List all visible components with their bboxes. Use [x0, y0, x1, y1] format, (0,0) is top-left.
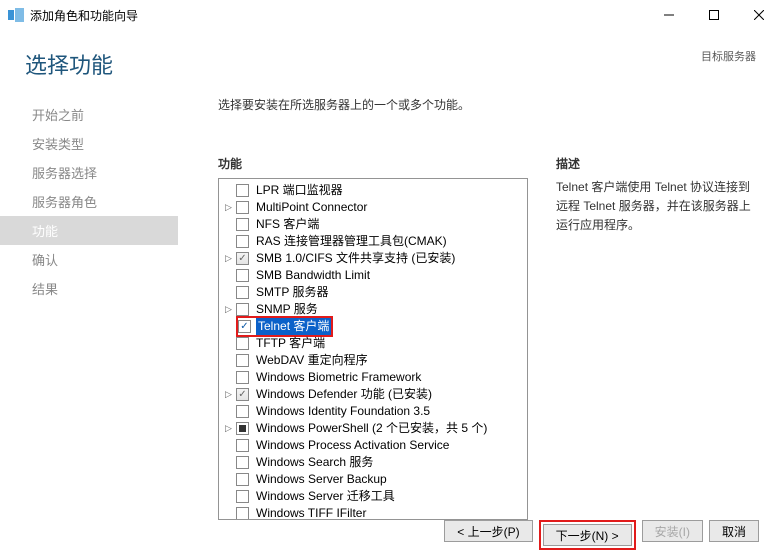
destination-server-label: 目标服务器 — [701, 48, 756, 64]
feature-row[interactable]: ▷ SMB 1.0/CIFS 文件共享支持 (已安装) — [223, 250, 527, 267]
feature-row[interactable]: RAS 连接管理器管理工具包(CMAK) — [223, 233, 527, 250]
feature-row[interactable]: ▷ MultiPoint Connector — [223, 199, 527, 216]
feature-checkbox[interactable] — [236, 235, 249, 248]
feature-row[interactable]: Windows Server 迁移工具 — [223, 488, 527, 505]
feature-label: Windows Search 服务 — [254, 454, 375, 471]
feature-label: Windows Server Backup — [254, 471, 389, 488]
wizard-content: 选择要安装在所选服务器上的一个或多个功能。 功能 LPR 端口监视器 ▷ Multi… — [178, 88, 781, 520]
feature-label: TFTP 客户端 — [254, 335, 327, 352]
feature-row[interactable]: Telnet 客户端 — [223, 318, 527, 335]
feature-checkbox[interactable] — [236, 473, 249, 486]
feature-label: RAS 连接管理器管理工具包(CMAK) — [254, 233, 449, 250]
features-listbox[interactable]: LPR 端口监视器 ▷ MultiPoint ConnectorNFS 客户端RAS… — [218, 178, 528, 520]
feature-label: Windows Process Activation Service — [254, 437, 451, 454]
expand-icon[interactable]: ▷ — [223, 253, 234, 264]
feature-label: SMB 1.0/CIFS 文件共享支持 (已安装) — [254, 250, 457, 267]
minimize-button[interactable] — [646, 1, 691, 29]
feature-checkbox[interactable] — [236, 388, 249, 401]
sidebar-item[interactable]: 结果 — [0, 274, 178, 303]
cancel-button[interactable]: 取消 — [709, 520, 759, 542]
feature-checkbox[interactable] — [236, 439, 249, 452]
maximize-button[interactable] — [691, 1, 736, 29]
next-button[interactable]: 下一步(N) > — [543, 524, 632, 546]
feature-checkbox[interactable] — [236, 252, 249, 265]
feature-row[interactable]: NFS 客户端 — [223, 216, 527, 233]
feature-row[interactable]: SMB Bandwidth Limit — [223, 267, 527, 284]
wizard-footer: < 上一步(P) 下一步(N) > 安装(I) 取消 — [444, 520, 759, 550]
feature-checkbox[interactable] — [236, 218, 249, 231]
feature-row[interactable]: ▷ Windows Defender 功能 (已安装) — [223, 386, 527, 403]
feature-row[interactable]: LPR 端口监视器 — [223, 182, 527, 199]
wizard-sidebar: 开始之前安装类型服务器选择服务器角色功能确认结果 — [0, 88, 178, 520]
feature-label: SMTP 服务器 — [254, 284, 330, 301]
sidebar-item[interactable]: 功能 — [0, 216, 178, 245]
expand-icon[interactable]: ▷ — [223, 202, 234, 213]
description-column: 描述 Telnet 客户端使用 Telnet 协议连接到远程 Telnet 服务… — [556, 155, 761, 520]
feature-row[interactable]: Windows Identity Foundation 3.5 — [223, 403, 527, 420]
feature-label: Windows PowerShell (2 个已安装，共 5 个) — [254, 420, 489, 437]
feature-row[interactable]: WebDAV 重定向程序 — [223, 352, 527, 369]
feature-label: MultiPoint Connector — [254, 199, 369, 216]
feature-label: Windows Identity Foundation 3.5 — [254, 403, 432, 420]
feature-label: Windows Defender 功能 (已安装) — [254, 386, 434, 403]
feature-label: WebDAV 重定向程序 — [254, 352, 370, 369]
feature-checkbox[interactable] — [236, 303, 249, 316]
features-column: 功能 LPR 端口监视器 ▷ MultiPoint ConnectorNFS 客户端… — [218, 155, 528, 520]
feature-label: LPR 端口监视器 — [254, 182, 345, 199]
sidebar-item[interactable]: 安装类型 — [0, 129, 178, 158]
feature-label: Windows Server 迁移工具 — [254, 488, 397, 505]
expand-icon[interactable]: ▷ — [223, 304, 234, 315]
sidebar-item[interactable]: 确认 — [0, 245, 178, 274]
feature-row[interactable]: ▷ Windows PowerShell (2 个已安装，共 5 个) — [223, 420, 527, 437]
feature-checkbox[interactable] — [236, 337, 249, 350]
feature-label: Telnet 客户端 — [256, 318, 331, 335]
feature-row[interactable]: Windows Process Activation Service — [223, 437, 527, 454]
wizard-header: 选择功能 目标服务器 — [0, 30, 781, 88]
features-label: 功能 — [218, 155, 528, 172]
feature-row[interactable]: Windows TIFF IFilter — [223, 505, 527, 520]
feature-label: SMB Bandwidth Limit — [254, 267, 372, 284]
feature-checkbox[interactable] — [236, 269, 249, 282]
description-text: Telnet 客户端使用 Telnet 协议连接到远程 Telnet 服务器，并… — [556, 178, 761, 236]
wizard-body: 开始之前安装类型服务器选择服务器角色功能确认结果 选择要安装在所选服务器上的一个… — [0, 88, 781, 520]
previous-button[interactable]: < 上一步(P) — [444, 520, 532, 542]
feature-checkbox[interactable] — [236, 456, 249, 469]
feature-row[interactable]: Windows Server Backup — [223, 471, 527, 488]
feature-row[interactable]: TFTP 客户端 — [223, 335, 527, 352]
feature-checkbox[interactable] — [236, 201, 249, 214]
feature-checkbox[interactable] — [236, 490, 249, 503]
feature-label: Windows TIFF IFilter — [254, 505, 368, 520]
sidebar-item[interactable]: 服务器选择 — [0, 158, 178, 187]
feature-checkbox[interactable] — [236, 507, 249, 520]
feature-row[interactable]: Windows Search 服务 — [223, 454, 527, 471]
feature-checkbox[interactable] — [236, 371, 249, 384]
intro-text: 选择要安装在所选服务器上的一个或多个功能。 — [218, 96, 761, 113]
expand-icon[interactable]: ▷ — [223, 423, 234, 434]
close-button[interactable] — [736, 1, 781, 29]
feature-label: NFS 客户端 — [254, 216, 321, 233]
sidebar-item[interactable]: 开始之前 — [0, 100, 178, 129]
next-button-highlight: 下一步(N) > — [539, 520, 636, 550]
app-icon — [8, 8, 24, 22]
feature-row[interactable]: SMTP 服务器 — [223, 284, 527, 301]
feature-checkbox[interactable] — [236, 354, 249, 367]
feature-row[interactable]: Windows Biometric Framework — [223, 369, 527, 386]
feature-label: Windows Biometric Framework — [254, 369, 423, 386]
feature-checkbox[interactable] — [238, 320, 251, 333]
feature-checkbox[interactable] — [236, 422, 249, 435]
window-buttons — [646, 1, 781, 29]
feature-checkbox[interactable] — [236, 405, 249, 418]
sidebar-item[interactable]: 服务器角色 — [0, 187, 178, 216]
feature-checkbox[interactable] — [236, 286, 249, 299]
description-label: 描述 — [556, 155, 761, 172]
feature-highlight: Telnet 客户端 — [236, 316, 333, 337]
install-button[interactable]: 安装(I) — [642, 520, 703, 542]
feature-checkbox[interactable] — [236, 184, 249, 197]
title-bar: 添加角色和功能向导 — [0, 0, 781, 30]
expand-icon[interactable]: ▷ — [223, 389, 234, 400]
window-title: 添加角色和功能向导 — [30, 7, 138, 24]
page-title: 选择功能 — [25, 48, 113, 80]
